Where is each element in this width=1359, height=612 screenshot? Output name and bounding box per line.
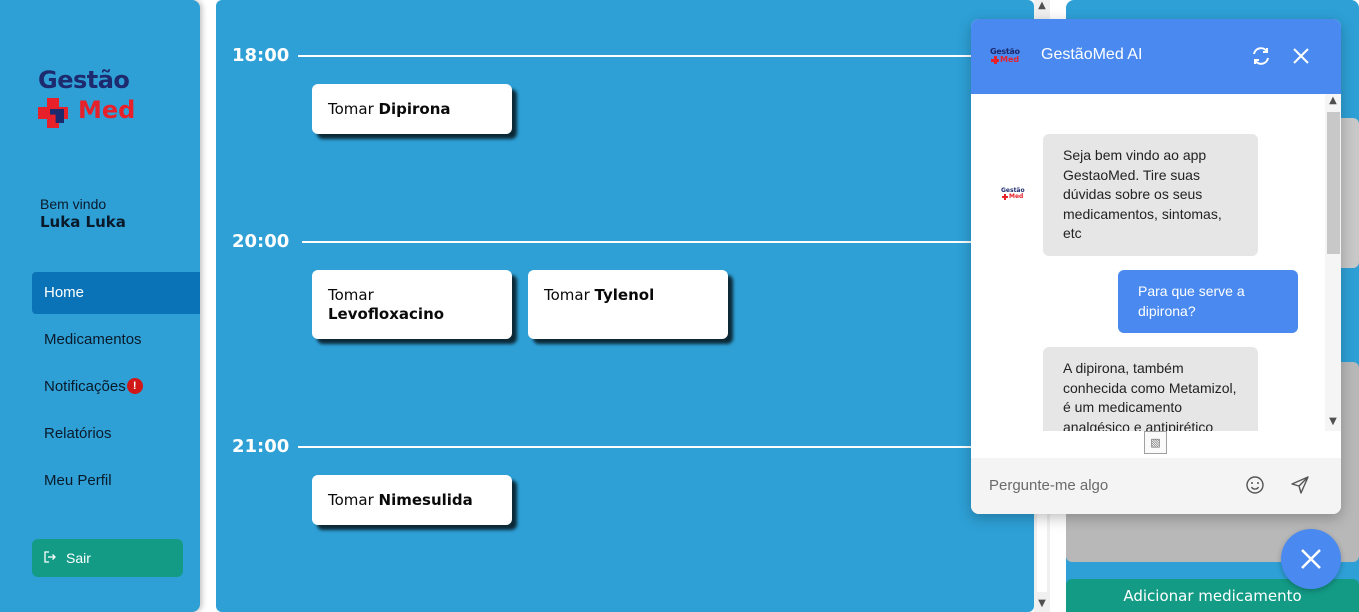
logo-text-top: Gestão — [38, 66, 130, 94]
medication-card-tylenol[interactable]: Tomar Tylenol — [528, 270, 728, 339]
sidebar-item-label: Meu Perfil — [44, 472, 112, 489]
medication-card-levofloxacino[interactable]: Tomar Levofloxacino — [312, 270, 512, 339]
time-divider — [298, 55, 972, 57]
medication-card-dipirona[interactable]: Tomar Dipirona — [312, 84, 512, 134]
welcome-text: Bem vindo — [40, 196, 107, 212]
user-name: Luka Luka — [40, 213, 126, 231]
time-label: 18:00 — [232, 45, 290, 66]
time-divider — [298, 446, 972, 448]
card-prefix: Tomar — [328, 100, 374, 118]
bot-avatar: Gestão Med — [1001, 187, 1025, 203]
send-icon[interactable] — [1289, 474, 1311, 496]
sidebar: Gestão Med Bem vindo Luka Luka Home Medi… — [0, 0, 200, 612]
sidebar-item-label: Medicamentos — [44, 331, 142, 348]
close-icon — [1301, 549, 1321, 569]
chat-input-bar — [971, 458, 1341, 514]
medication-card-nimesulida[interactable]: Tomar Nimesulida — [312, 475, 512, 525]
scroll-down-icon[interactable]: ▼ — [1325, 416, 1341, 427]
chat-window: Gestão Med GestãoMed AI Gestão Med Seja … — [971, 19, 1341, 514]
time-label: 21:00 — [232, 436, 290, 457]
sidebar-item-meu-perfil[interactable]: Meu Perfil — [32, 460, 200, 502]
chat-input[interactable] — [989, 477, 1229, 494]
close-icon[interactable] — [1290, 45, 1312, 67]
scroll-up-icon[interactable]: ▲ — [1325, 95, 1341, 106]
time-label: 20:00 — [232, 231, 290, 252]
sidebar-item-medicamentos[interactable]: Medicamentos — [32, 319, 200, 361]
card-medicine: Levofloxacino — [328, 305, 445, 323]
bot-message: A dipirona, também conhecida como Metami… — [1043, 347, 1258, 431]
scroll-down-icon[interactable]: ▼ — [1034, 598, 1050, 609]
sidebar-item-label: Notificações — [44, 378, 126, 395]
chat-logo: Gestão Med — [990, 47, 1022, 67]
sidebar-item-notificacoes[interactable]: Notificações! — [32, 366, 200, 408]
gestaomed-logo: Gestão Med — [36, 66, 151, 136]
time-divider — [302, 241, 972, 243]
chat-title: GestãoMed AI — [1041, 46, 1143, 63]
bot-message: Seja bem vindo ao app GestaoMed. Tire su… — [1043, 134, 1258, 256]
chat-logo-text-bottom: Med — [1000, 55, 1020, 64]
chat-messages: Gestão Med Seja bem vindo ao app GestaoM… — [971, 94, 1325, 431]
logo-text-bottom: Med — [78, 96, 136, 124]
smiley-icon[interactable] — [1244, 474, 1266, 496]
medical-cross-icon — [36, 96, 70, 130]
card-prefix: Tomar — [328, 286, 374, 304]
sidebar-item-home[interactable]: Home — [32, 272, 200, 314]
broken-image-icon: ▧ — [1144, 431, 1167, 454]
scroll-up-icon[interactable]: ▲ — [1034, 0, 1050, 11]
refresh-icon[interactable] — [1250, 45, 1272, 67]
medical-cross-icon — [991, 56, 999, 64]
medical-cross-icon — [1002, 194, 1008, 200]
card-medicine: Tylenol — [594, 286, 655, 304]
chat-scrollbar[interactable]: ▲ ▼ — [1325, 94, 1341, 431]
chat-header: Gestão Med GestãoMed AI — [971, 19, 1341, 94]
sidebar-item-label: Home — [44, 284, 85, 301]
sidebar-item-relatorios[interactable]: Relatórios — [32, 413, 200, 455]
avatar-logo-text-bottom: Med — [1009, 193, 1024, 200]
card-medicine: Dipirona — [378, 100, 451, 118]
sidebar-nav: Home Medicamentos Notificações! Relatóri… — [32, 272, 200, 507]
card-prefix: Tomar — [328, 491, 374, 509]
logout-button[interactable]: Sair — [32, 539, 183, 577]
notification-badge: ! — [126, 378, 143, 395]
scrollbar-thumb[interactable] — [1327, 112, 1340, 254]
user-message: Para que serve a dipirona? — [1118, 270, 1298, 333]
logout-icon — [44, 540, 58, 578]
chat-toggle-button[interactable] — [1281, 529, 1341, 589]
sidebar-item-label: Relatórios — [44, 425, 112, 442]
logout-label: Sair — [66, 550, 91, 566]
welcome-block: Bem vindo Luka Luka — [40, 196, 126, 231]
card-medicine: Nimesulida — [378, 491, 473, 509]
card-prefix: Tomar — [544, 286, 590, 304]
